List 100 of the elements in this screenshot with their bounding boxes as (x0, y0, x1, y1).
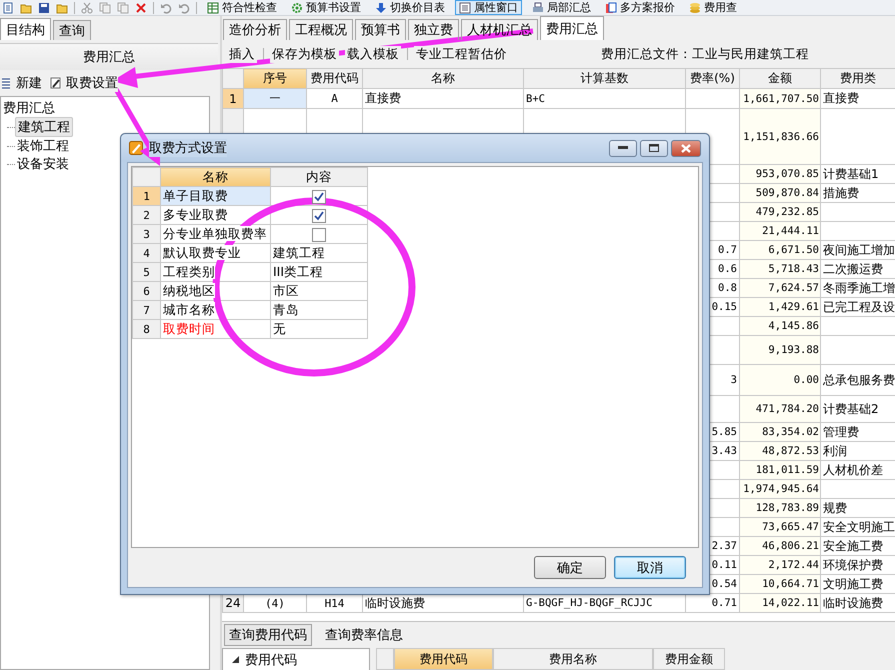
delete-icon[interactable] (135, 2, 147, 14)
table-cell: 0.71 (686, 594, 740, 612)
view-tab[interactable]: 费用汇总 (540, 16, 604, 40)
table-cell: 1,151,836.66 (740, 108, 820, 164)
checkbox[interactable] (312, 208, 326, 223)
document-stack-icon (605, 2, 617, 14)
new-button[interactable]: 新建 (0, 74, 42, 92)
toolbar-button[interactable]: 多方案报价 (601, 0, 679, 15)
folder-icon[interactable] (56, 2, 68, 14)
column-header[interactable]: 费用类 (820, 68, 895, 88)
toolbar-button[interactable]: 符合性检查 (203, 0, 281, 15)
app-icon (129, 141, 143, 155)
row-number: 7 (132, 300, 160, 320)
undo-icon[interactable] (178, 2, 190, 14)
table-cell: 管理费 (820, 422, 895, 442)
column-header[interactable]: 费用代码 (394, 648, 493, 670)
column-header[interactable]: 费用名称 (493, 648, 653, 670)
table-cell: A (306, 88, 362, 108)
toolbar-button[interactable]: 属性窗口 (455, 0, 522, 15)
gear-icon (291, 2, 303, 14)
table-cell: 规费 (820, 498, 895, 518)
panel-header: 费用汇总 (0, 43, 218, 70)
toolbar-button[interactable]: 保存为模板 (270, 46, 339, 62)
setting-value[interactable]: 无 (270, 320, 368, 338)
tree-node[interactable]: 装饰工程 (15, 137, 71, 155)
query-tab[interactable]: 查询费用代码 (224, 624, 312, 646)
ok-button[interactable]: 确定 (534, 556, 606, 579)
column-header[interactable]: 名称 (160, 168, 270, 186)
checkbox[interactable] (312, 190, 326, 204)
toolbar-button[interactable]: 专业工程暂估价 (414, 46, 509, 62)
minimize-button[interactable] (609, 140, 637, 156)
panel-tab[interactable]: 查询 (53, 20, 91, 40)
table-cell: 10,664.71 (740, 574, 820, 594)
close-button[interactable] (671, 140, 701, 156)
down-arrow-icon (375, 2, 387, 14)
table-cell: 6,671.50 (740, 240, 820, 260)
scissors-icon[interactable] (81, 2, 93, 14)
column-header[interactable]: 费用代码 (306, 68, 362, 88)
table-cell: 冬雨季施工增 (820, 278, 895, 298)
coins-icon (689, 2, 701, 14)
column-header[interactable]: 金额 (740, 68, 820, 88)
setting-value[interactable]: 建筑工程 (270, 244, 368, 262)
table-cell: 5,718.43 (740, 260, 820, 278)
column-header[interactable]: 序号 (244, 68, 306, 88)
table-cell: 计费基础1 (820, 164, 895, 184)
table-cell: 已完工程及设 (820, 298, 895, 316)
table-cell: 4,145.86 (740, 316, 820, 336)
list-icon (459, 2, 471, 14)
setting-value[interactable]: 青岛 (270, 300, 368, 320)
row-number: 8 (132, 320, 160, 338)
table-cell: 953,070.85 (740, 164, 820, 184)
column-header[interactable]: 费率(%) (686, 68, 740, 88)
table-cell: 181,011.59 (740, 460, 820, 480)
maximize-button[interactable] (640, 140, 668, 156)
setting-value[interactable]: III类工程 (270, 262, 368, 282)
table-cell: 0.00 (740, 364, 820, 396)
toolbar-button[interactable]: 切换价目表 (371, 0, 449, 15)
setting-value[interactable]: 市区 (270, 282, 368, 300)
view-tab[interactable]: 独立费 (408, 19, 459, 40)
maximize-icon (649, 144, 659, 152)
view-tab[interactable]: 造价分析 (223, 19, 287, 40)
table-cell: 利润 (820, 442, 895, 460)
toolbar-button[interactable]: 插入 (227, 46, 257, 62)
table-cell: 83,354.02 (740, 422, 820, 442)
toolbar-button[interactable]: 费用查 (685, 0, 741, 15)
row-number: 2 (132, 206, 160, 224)
column-header[interactable]: 费用金额 (653, 648, 725, 670)
table-cell: 1,974,945.64 (740, 480, 820, 498)
tree-node[interactable]: 设备安装 (15, 155, 71, 173)
query-tab[interactable]: 查询费率信息 (320, 624, 408, 646)
table-cell: 总承包服务费 (820, 364, 895, 396)
undo-icon[interactable] (160, 2, 172, 14)
table-cell: 文明施工费 (820, 574, 895, 594)
fee-settings-button[interactable]: 取费设置 (50, 74, 118, 92)
table-cell: 安全施工费 (820, 536, 895, 556)
column-header[interactable]: 计算基数 (524, 68, 686, 88)
view-tab[interactable]: 预算书 (355, 19, 406, 40)
toolbar-button[interactable]: 载入模板 (345, 46, 401, 62)
table-cell: 48,872.53 (740, 442, 820, 460)
row-number: 3 (132, 224, 160, 244)
view-tab[interactable]: 工程概况 (289, 19, 353, 40)
panel-tab[interactable]: 目结构 (0, 18, 51, 40)
table-cell: 9,193.88 (740, 336, 820, 364)
table-cell: 二次搬运费 (820, 260, 895, 278)
toolbar-button[interactable]: 预算书设置 (287, 0, 365, 15)
column-header[interactable]: 内容 (270, 168, 368, 186)
document-icon[interactable] (2, 2, 14, 14)
row-number: 4 (132, 244, 160, 262)
setting-name: 单子目取费 (160, 186, 270, 206)
tree-node[interactable]: 费用汇总 (1, 99, 57, 117)
toolbar-button[interactable]: 局部汇总 (528, 0, 595, 15)
checkbox[interactable] (312, 228, 326, 242)
table-cell: 计费基础2 (820, 396, 895, 422)
folder-icon[interactable] (20, 2, 32, 14)
table-cell: 措施费 (820, 184, 895, 202)
cancel-button[interactable]: 取消 (614, 556, 686, 579)
table-cell: 1,661,707.50 (740, 88, 820, 108)
tree-node[interactable]: 建筑工程 (15, 117, 73, 137)
save-icon[interactable] (38, 2, 50, 14)
column-header[interactable]: 名称 (362, 68, 524, 88)
